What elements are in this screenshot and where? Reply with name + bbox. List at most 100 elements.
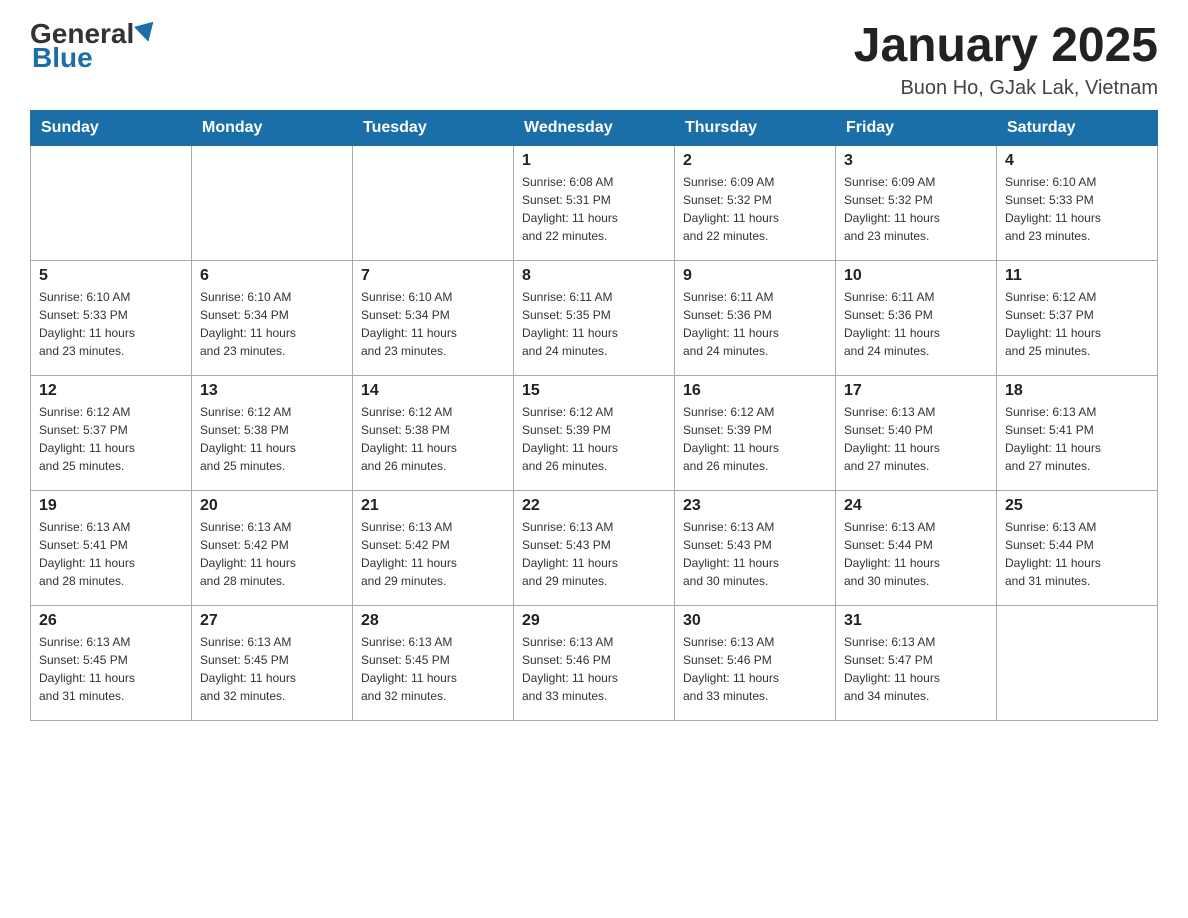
day-info-14: Sunrise: 6:12 AM Sunset: 5:38 PM Dayligh… <box>361 403 505 475</box>
calendar-cell-3-5: 24 Sunrise: 6:13 AM Sunset: 5:44 PM Dayli… <box>836 490 997 605</box>
header-friday: Friday <box>836 110 997 145</box>
header-saturday: Saturday <box>997 110 1158 145</box>
calendar-cell-3-3: 22 Sunrise: 6:13 AM Sunset: 5:43 PM Dayli… <box>514 490 675 605</box>
day-info-23: Sunrise: 6:13 AM Sunset: 5:43 PM Dayligh… <box>683 518 827 590</box>
header-monday: Monday <box>192 110 353 145</box>
day-number-30: 30 <box>683 612 827 630</box>
day-number-7: 7 <box>361 267 505 285</box>
calendar-table: Sunday Monday Tuesday Wednesday Thursday… <box>30 110 1158 721</box>
weekday-header-row: Sunday Monday Tuesday Wednesday Thursday… <box>31 110 1158 145</box>
page-header: General Blue January 2025 Buon Ho, GJak … <box>30 20 1158 100</box>
calendar-cell-0-4: 2 Sunrise: 6:09 AM Sunset: 5:32 PM Daylig… <box>675 145 836 260</box>
week-row-5: 26Sunrise: 6:13 AM Sunset: 5:45 PM Dayli… <box>31 605 1158 720</box>
calendar-cell-3-0: 19 Sunrise: 6:13 AM Sunset: 5:41 PM Dayli… <box>31 490 192 605</box>
calendar-cell-1-4: 9 Sunrise: 6:11 AM Sunset: 5:36 PM Daylig… <box>675 260 836 375</box>
calendar-cell-0-0 <box>31 145 192 260</box>
week-row-3: 12Sunrise: 6:12 AM Sunset: 5:37 PM Dayli… <box>31 375 1158 490</box>
calendar-cell-0-6: 4Sunrise: 6:10 AM Sunset: 5:33 PM Daylig… <box>997 145 1158 260</box>
calendar-cell-3-4: 23 Sunrise: 6:13 AM Sunset: 5:43 PM Dayli… <box>675 490 836 605</box>
day-number-2: 2 <box>683 152 827 170</box>
day-number-17: 17 <box>844 382 988 400</box>
day-number-11: 11 <box>1005 267 1149 285</box>
day-info-13: Sunrise: 6:12 AM Sunset: 5:38 PM Dayligh… <box>200 403 344 475</box>
calendar-cell-0-3: 1 Sunrise: 6:08 AM Sunset: 5:31 PM Daylig… <box>514 145 675 260</box>
day-info-2: Sunrise: 6:09 AM Sunset: 5:32 PM Dayligh… <box>683 173 827 245</box>
day-info-3: Sunrise: 6:09 AM Sunset: 5:32 PM Dayligh… <box>844 173 988 245</box>
calendar-cell-2-3: 15Sunrise: 6:12 AM Sunset: 5:39 PM Dayli… <box>514 375 675 490</box>
day-number-8: 8 <box>522 267 666 285</box>
day-number-13: 13 <box>200 382 344 400</box>
calendar-cell-3-6: 25 Sunrise: 6:13 AM Sunset: 5:44 PM Dayli… <box>997 490 1158 605</box>
day-number-19: 19 <box>39 497 183 515</box>
calendar-cell-3-2: 21Sunrise: 6:13 AM Sunset: 5:42 PM Dayli… <box>353 490 514 605</box>
day-info-1: Sunrise: 6:08 AM Sunset: 5:31 PM Dayligh… <box>522 173 666 245</box>
day-number-1: 1 <box>522 152 666 170</box>
day-info-7: Sunrise: 6:10 AM Sunset: 5:34 PM Dayligh… <box>361 288 505 360</box>
day-info-24: Sunrise: 6:13 AM Sunset: 5:44 PM Dayligh… <box>844 518 988 590</box>
day-number-3: 3 <box>844 152 988 170</box>
day-number-29: 29 <box>522 612 666 630</box>
calendar-cell-4-3: 29 Sunrise: 6:13 AM Sunset: 5:46 PM Dayli… <box>514 605 675 720</box>
calendar-cell-2-2: 14 Sunrise: 6:12 AM Sunset: 5:38 PM Dayli… <box>353 375 514 490</box>
day-number-24: 24 <box>844 497 988 515</box>
day-number-20: 20 <box>200 497 344 515</box>
day-number-23: 23 <box>683 497 827 515</box>
calendar-cell-2-4: 16 Sunrise: 6:12 AM Sunset: 5:39 PM Dayli… <box>675 375 836 490</box>
day-info-17: Sunrise: 6:13 AM Sunset: 5:40 PM Dayligh… <box>844 403 988 475</box>
day-number-25: 25 <box>1005 497 1149 515</box>
day-info-25: Sunrise: 6:13 AM Sunset: 5:44 PM Dayligh… <box>1005 518 1149 590</box>
calendar-cell-4-1: 27 Sunrise: 6:13 AM Sunset: 5:45 PM Dayli… <box>192 605 353 720</box>
header-sunday: Sunday <box>31 110 192 145</box>
calendar-cell-0-5: 3 Sunrise: 6:09 AM Sunset: 5:32 PM Daylig… <box>836 145 997 260</box>
logo-triangle-icon <box>134 21 158 44</box>
day-info-19: Sunrise: 6:13 AM Sunset: 5:41 PM Dayligh… <box>39 518 183 590</box>
logo: General Blue <box>30 20 156 72</box>
day-info-22: Sunrise: 6:13 AM Sunset: 5:43 PM Dayligh… <box>522 518 666 590</box>
day-info-30: Sunrise: 6:13 AM Sunset: 5:46 PM Dayligh… <box>683 633 827 705</box>
week-row-4: 19 Sunrise: 6:13 AM Sunset: 5:41 PM Dayli… <box>31 490 1158 605</box>
day-number-5: 5 <box>39 267 183 285</box>
calendar-cell-1-3: 8Sunrise: 6:11 AM Sunset: 5:35 PM Daylig… <box>514 260 675 375</box>
day-info-27: Sunrise: 6:13 AM Sunset: 5:45 PM Dayligh… <box>200 633 344 705</box>
calendar-cell-4-4: 30 Sunrise: 6:13 AM Sunset: 5:46 PM Dayli… <box>675 605 836 720</box>
header-wednesday: Wednesday <box>514 110 675 145</box>
day-info-10: Sunrise: 6:11 AM Sunset: 5:36 PM Dayligh… <box>844 288 988 360</box>
day-info-26: Sunrise: 6:13 AM Sunset: 5:45 PM Dayligh… <box>39 633 183 705</box>
calendar-cell-1-5: 10 Sunrise: 6:11 AM Sunset: 5:36 PM Dayli… <box>836 260 997 375</box>
day-info-28: Sunrise: 6:13 AM Sunset: 5:45 PM Dayligh… <box>361 633 505 705</box>
calendar-cell-4-0: 26Sunrise: 6:13 AM Sunset: 5:45 PM Dayli… <box>31 605 192 720</box>
day-number-9: 9 <box>683 267 827 285</box>
day-info-6: Sunrise: 6:10 AM Sunset: 5:34 PM Dayligh… <box>200 288 344 360</box>
day-number-16: 16 <box>683 382 827 400</box>
day-number-18: 18 <box>1005 382 1149 400</box>
week-row-1: 1 Sunrise: 6:08 AM Sunset: 5:31 PM Daylig… <box>31 145 1158 260</box>
calendar-subtitle: Buon Ho, GJak Lak, Vietnam <box>854 77 1158 100</box>
day-number-31: 31 <box>844 612 988 630</box>
day-number-6: 6 <box>200 267 344 285</box>
day-info-11: Sunrise: 6:12 AM Sunset: 5:37 PM Dayligh… <box>1005 288 1149 360</box>
day-number-14: 14 <box>361 382 505 400</box>
day-number-10: 10 <box>844 267 988 285</box>
day-info-29: Sunrise: 6:13 AM Sunset: 5:46 PM Dayligh… <box>522 633 666 705</box>
header-tuesday: Tuesday <box>353 110 514 145</box>
day-number-22: 22 <box>522 497 666 515</box>
day-info-16: Sunrise: 6:12 AM Sunset: 5:39 PM Dayligh… <box>683 403 827 475</box>
day-number-12: 12 <box>39 382 183 400</box>
week-row-2: 5Sunrise: 6:10 AM Sunset: 5:33 PM Daylig… <box>31 260 1158 375</box>
calendar-cell-2-1: 13 Sunrise: 6:12 AM Sunset: 5:38 PM Dayli… <box>192 375 353 490</box>
title-block: January 2025 Buon Ho, GJak Lak, Vietnam <box>854 20 1158 100</box>
calendar-title: January 2025 <box>854 20 1158 73</box>
day-info-9: Sunrise: 6:11 AM Sunset: 5:36 PM Dayligh… <box>683 288 827 360</box>
calendar-cell-1-2: 7 Sunrise: 6:10 AM Sunset: 5:34 PM Daylig… <box>353 260 514 375</box>
day-info-31: Sunrise: 6:13 AM Sunset: 5:47 PM Dayligh… <box>844 633 988 705</box>
day-number-28: 28 <box>361 612 505 630</box>
day-info-20: Sunrise: 6:13 AM Sunset: 5:42 PM Dayligh… <box>200 518 344 590</box>
day-number-27: 27 <box>200 612 344 630</box>
calendar-cell-4-6 <box>997 605 1158 720</box>
logo-text: General Blue <box>30 20 156 72</box>
day-number-15: 15 <box>522 382 666 400</box>
header-thursday: Thursday <box>675 110 836 145</box>
calendar-cell-1-0: 5Sunrise: 6:10 AM Sunset: 5:33 PM Daylig… <box>31 260 192 375</box>
day-info-18: Sunrise: 6:13 AM Sunset: 5:41 PM Dayligh… <box>1005 403 1149 475</box>
calendar-cell-2-0: 12Sunrise: 6:12 AM Sunset: 5:37 PM Dayli… <box>31 375 192 490</box>
